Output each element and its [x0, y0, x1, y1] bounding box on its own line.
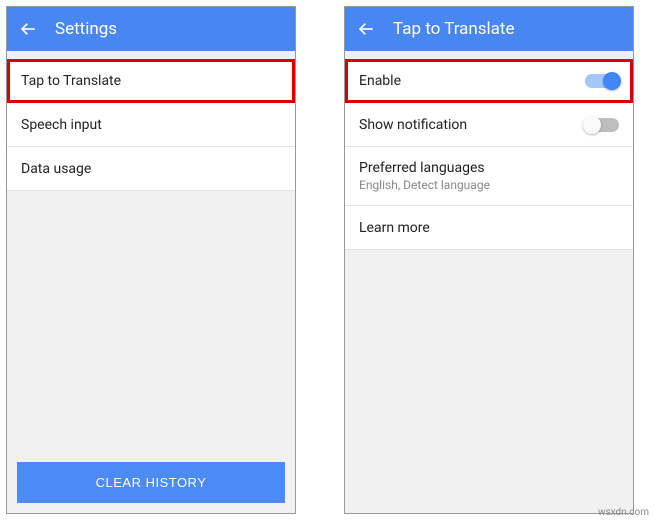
tap-to-translate-screen: Tap to Translate Enable Show notificatio…: [344, 6, 634, 514]
setting-item-label: Preferred languages: [359, 160, 485, 176]
tap-to-translate-list: Enable Show notification Preferred langu…: [345, 51, 633, 513]
settings-item-data-usage[interactable]: Data usage: [7, 147, 295, 191]
setting-item-label: Learn more: [359, 220, 430, 236]
settings-item-label: Data usage: [21, 161, 91, 177]
back-arrow-icon[interactable]: [19, 20, 37, 38]
setting-item-label: Enable: [359, 73, 401, 89]
show-notification-toggle[interactable]: [585, 118, 619, 132]
back-arrow-icon[interactable]: [357, 20, 375, 38]
setting-item-learn-more[interactable]: Learn more: [345, 206, 633, 250]
settings-item-speech-input[interactable]: Speech input: [7, 103, 295, 147]
setting-item-preferred-languages[interactable]: Preferred languages English, Detect lang…: [345, 147, 633, 206]
app-header: Settings: [7, 7, 295, 51]
settings-screen: Settings Tap to Translate Speech input D…: [6, 6, 296, 514]
footer: CLEAR HISTORY: [7, 452, 295, 513]
settings-item-tap-to-translate[interactable]: Tap to Translate: [7, 59, 295, 103]
setting-item-enable[interactable]: Enable: [345, 59, 633, 103]
settings-item-label: Speech input: [21, 117, 102, 133]
setting-item-sublabel: English, Detect language: [359, 178, 490, 192]
watermark: wsxdn.com: [598, 507, 649, 518]
setting-item-show-notification[interactable]: Show notification: [345, 103, 633, 147]
settings-item-label: Tap to Translate: [21, 73, 121, 89]
app-header: Tap to Translate: [345, 7, 633, 51]
clear-history-button[interactable]: CLEAR HISTORY: [17, 462, 285, 503]
settings-list: Tap to Translate Speech input Data usage: [7, 51, 295, 452]
page-title: Tap to Translate: [393, 19, 515, 39]
setting-item-label: Show notification: [359, 117, 467, 133]
enable-toggle[interactable]: [585, 74, 619, 88]
page-title: Settings: [55, 19, 117, 39]
